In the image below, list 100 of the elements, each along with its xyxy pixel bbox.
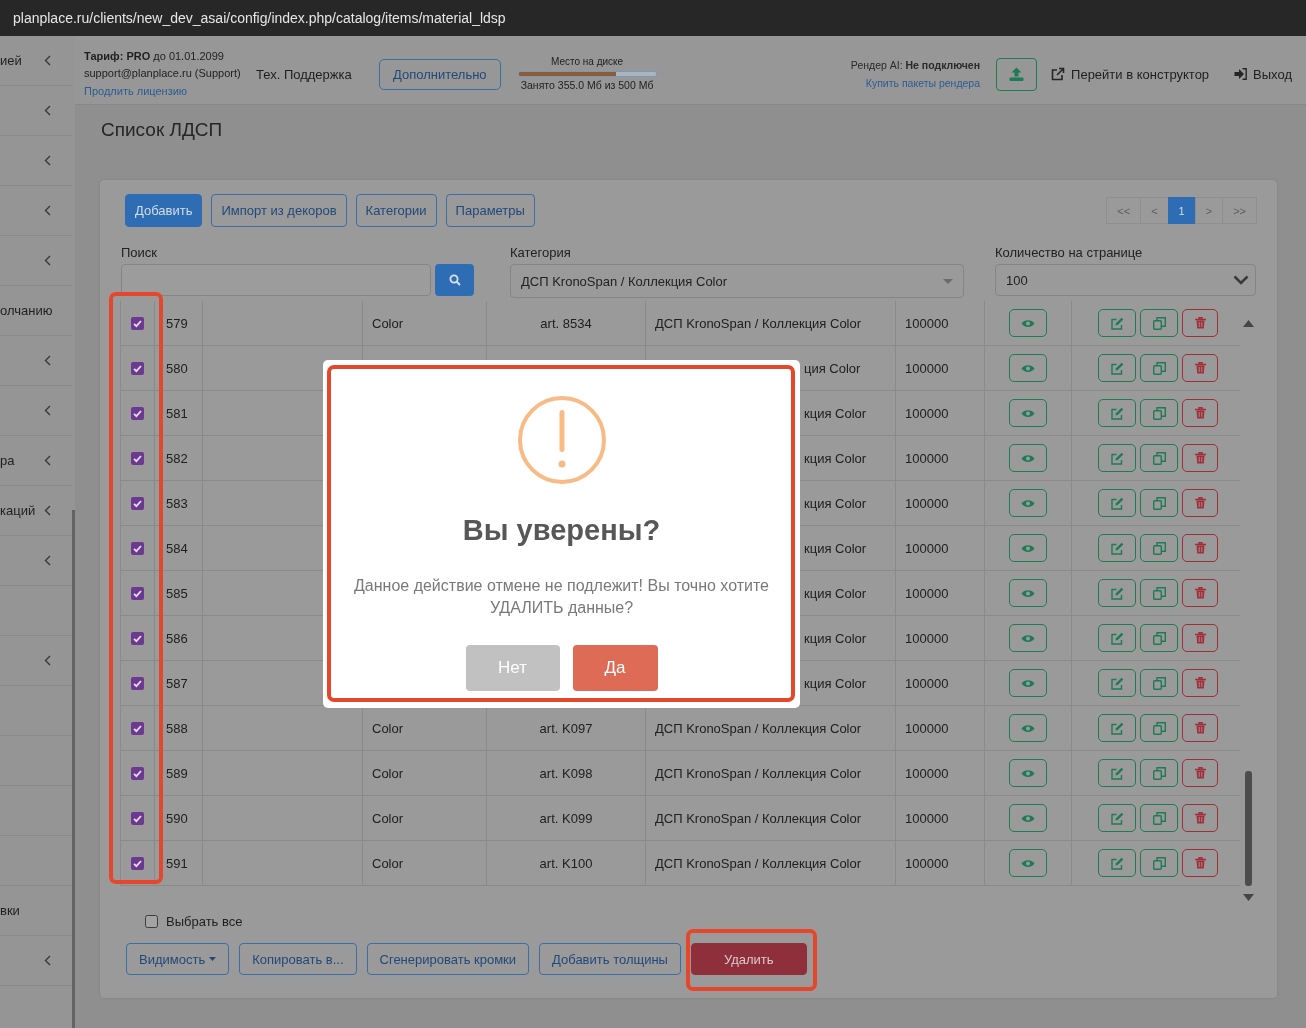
edit-button[interactable] [1098,624,1136,652]
delete-row-button[interactable] [1182,534,1218,562]
copy-button[interactable] [1140,444,1178,472]
view-button[interactable] [1009,579,1047,607]
edit-button[interactable] [1098,759,1136,787]
copy-button[interactable] [1140,849,1178,877]
edit-button[interactable] [1098,714,1136,742]
chevron-left-icon[interactable] [44,655,51,666]
sidebar-item-label[interactable]: вки [0,903,20,918]
delete-row-button[interactable] [1182,804,1218,832]
constructor-link[interactable]: Перейти в конструктор [1051,66,1210,82]
sidebar-item-label[interactable]: олчанию [0,303,53,318]
copy-button[interactable] [1140,399,1178,427]
copy-button[interactable] [1140,669,1178,697]
per-page-select[interactable]: 100 [995,264,1256,296]
row-checkbox[interactable] [131,316,144,330]
delete-row-button[interactable] [1182,309,1218,337]
delete-button[interactable]: Удалить [690,943,807,975]
edit-button[interactable] [1098,444,1136,472]
edit-button[interactable] [1098,489,1136,517]
view-button[interactable] [1009,489,1047,517]
category-select[interactable]: ДСП KronoSpan / Коллекция Color [510,264,964,298]
row-checkbox[interactable] [131,631,144,645]
cancel-button[interactable]: Нет [465,645,560,691]
copy-button[interactable] [1140,534,1178,562]
scrollbar-thumb[interactable] [1245,771,1252,886]
copy-button[interactable] [1140,354,1178,382]
row-checkbox[interactable] [131,676,144,690]
search-field[interactable] [121,264,431,296]
chevron-left-icon[interactable] [44,455,51,466]
row-checkbox[interactable] [131,586,144,600]
delete-row-button[interactable] [1182,399,1218,427]
view-button[interactable] [1009,804,1047,832]
action-button[interactable]: Сгенерировать кромки [366,943,530,975]
row-checkbox[interactable] [131,451,144,465]
logout-link[interactable]: Выход [1234,66,1292,82]
chevron-left-icon[interactable] [44,255,51,266]
chevron-left-icon[interactable] [44,405,51,416]
delete-row-button[interactable] [1182,759,1218,787]
row-checkbox[interactable] [131,811,144,825]
toolbar-button[interactable]: Добавить [125,194,203,227]
row-checkbox[interactable] [131,361,144,375]
view-button[interactable] [1009,669,1047,697]
view-button[interactable] [1009,354,1047,382]
sidebar-item-label[interactable]: ра [0,453,15,468]
renew-license-link[interactable]: Продлить лицензию [84,82,188,101]
more-button[interactable]: Дополнительно [379,58,501,90]
copy-button[interactable] [1140,759,1178,787]
select-all-checkbox[interactable] [145,914,158,928]
row-checkbox[interactable] [131,856,144,870]
edit-button[interactable] [1098,354,1136,382]
view-button[interactable] [1009,444,1047,472]
chevron-left-icon[interactable] [44,955,51,966]
copy-button[interactable] [1140,624,1178,652]
action-button[interactable]: Копировать в... [239,943,357,975]
sidebar-item-label[interactable]: ией [0,53,22,68]
edit-button[interactable] [1098,849,1136,877]
edit-button[interactable] [1098,534,1136,562]
edit-button[interactable] [1098,399,1136,427]
delete-row-button[interactable] [1182,354,1218,382]
copy-button[interactable] [1140,309,1178,337]
delete-row-button[interactable] [1182,669,1218,697]
search-button[interactable] [435,264,474,296]
edit-button[interactable] [1098,669,1136,697]
row-checkbox[interactable] [131,766,144,780]
row-checkbox[interactable] [131,406,144,420]
chevron-left-icon[interactable] [44,505,51,516]
action-button[interactable]: Добавить толщины [539,943,681,975]
delete-row-button[interactable] [1182,714,1218,742]
page-button[interactable]: >> [1222,197,1257,224]
row-checkbox[interactable] [131,721,144,735]
copy-button[interactable] [1140,714,1178,742]
delete-row-button[interactable] [1182,849,1218,877]
chevron-left-icon[interactable] [44,205,51,216]
row-checkbox[interactable] [131,496,144,510]
view-button[interactable] [1009,309,1047,337]
delete-row-button[interactable] [1182,444,1218,472]
chevron-left-icon[interactable] [44,155,51,166]
page-button[interactable]: > [1194,197,1224,224]
edit-button[interactable] [1098,579,1136,607]
view-button[interactable] [1009,534,1047,562]
url-text[interactable]: planplace.ru/clients/new_dev_asai/config/index.php/catalog/items/material_ldsp [13,10,506,26]
sidebar-item-label[interactable]: каций [0,503,36,518]
confirm-button[interactable]: Да [572,645,658,691]
delete-row-button[interactable] [1182,624,1218,652]
scroll-up-icon[interactable] [1243,320,1254,327]
view-button[interactable] [1009,849,1047,877]
scrollbar-thumb[interactable] [72,510,75,1028]
buy-render-link[interactable]: Купить пакеты рендера [865,74,981,92]
view-button[interactable] [1009,399,1047,427]
page-button[interactable]: 1 [1167,197,1196,224]
copy-button[interactable] [1140,804,1178,832]
edit-button[interactable] [1098,804,1136,832]
select-all-label[interactable]: Выбрать все [166,913,243,929]
edit-button[interactable] [1098,309,1136,337]
toolbar-button[interactable]: Импорт из декоров [211,194,347,227]
delete-row-button[interactable] [1182,489,1218,517]
view-button[interactable] [1009,624,1047,652]
scroll-down-icon[interactable] [1243,894,1254,901]
row-checkbox[interactable] [131,541,144,555]
